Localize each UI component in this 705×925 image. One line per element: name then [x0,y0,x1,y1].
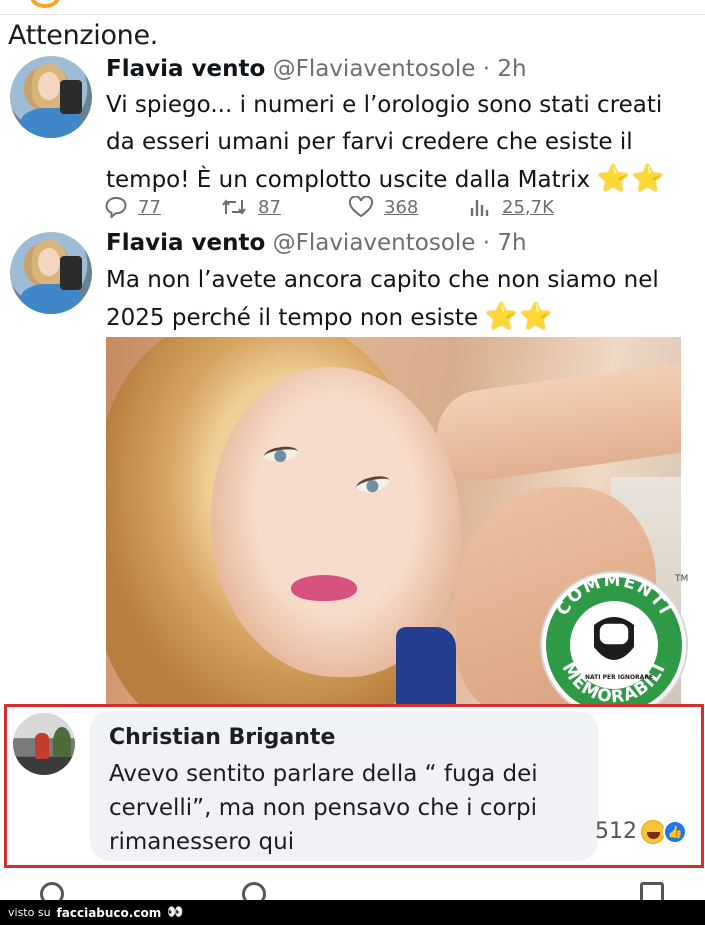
author-handle[interactable]: @Flaviaventosole [273,230,476,256]
reaction-count: 512 [595,819,637,844]
post-heading: Attenzione. [8,20,159,51]
tweet-1[interactable]: Flavia vento @Flaviaventosole · 2h Vi sp… [0,50,705,230]
haha-reaction-icon [641,819,665,844]
tweet-time: · 2h [482,56,527,82]
tweet-header: Flavia vento @Flaviaventosole · 2h [106,56,527,82]
reply-button[interactable]: 77 [104,196,161,218]
highlighted-comment: Christian Brigante Avevo sentito parlare… [4,704,704,868]
views-button[interactable]: 25,7K [468,196,554,218]
footer-brand[interactable]: facciabuco.com [57,906,162,920]
reply-icon [105,196,127,218]
commenter-name[interactable]: Christian Brigante [109,725,335,750]
footer-prefix: visto su [8,906,51,919]
view-count: 25,7K [502,196,554,218]
tweet-body: Ma non l’avete ancora capito che non sia… [106,267,659,331]
heart-icon [348,196,374,218]
badge-small-text: NATI PER IGNORARE [585,674,653,681]
tweet-time: · 7h [482,230,527,256]
tweet-actions: 77 87 368 25,7K [104,196,604,226]
like-button[interactable]: 368 [348,196,418,218]
avatar[interactable] [10,232,92,314]
author-handle[interactable]: @Flaviaventosole [273,56,476,82]
retweet-icon [222,199,246,215]
reply-count: 77 [138,196,161,218]
tweet-text: Vi spiego... i numeri e l’orologio sono … [106,87,696,199]
trademark-mark: TM [674,574,688,584]
eyes-icon: 👀 [167,905,184,920]
partial-emoji-icon [30,0,60,8]
partial-action-bar [0,878,705,906]
divider [0,14,705,15]
watermark-footer: visto su facciabuco.com 👀 [0,900,705,925]
comment-text: Avevo sentito parlare della “ fuga dei c… [109,761,538,855]
star-icon: ⭐⭐ [485,302,555,332]
author-name[interactable]: Flavia vento [106,56,265,82]
tweet-header: Flavia vento @Flaviaventosole · 7h [106,230,527,256]
retweet-button[interactable]: 87 [220,196,281,218]
avatar[interactable] [10,56,92,138]
author-name[interactable]: Flavia vento [106,230,265,256]
like-reaction-icon: 👍 [663,819,687,844]
like-count: 368 [384,196,419,218]
comment-bubble[interactable]: Christian Brigante Avevo sentito parlare… [89,711,599,861]
tweet-body: Vi spiego... i numeri e l’orologio sono … [106,92,663,193]
tweet-text: Ma non l’avete ancora capito che non sia… [106,262,696,337]
retweet-count: 87 [258,196,281,218]
analytics-icon [470,200,489,216]
star-icon: ⭐⭐ [597,164,667,194]
commenter-avatar[interactable] [13,713,75,775]
reaction-summary[interactable]: 512 👍 [595,819,687,844]
